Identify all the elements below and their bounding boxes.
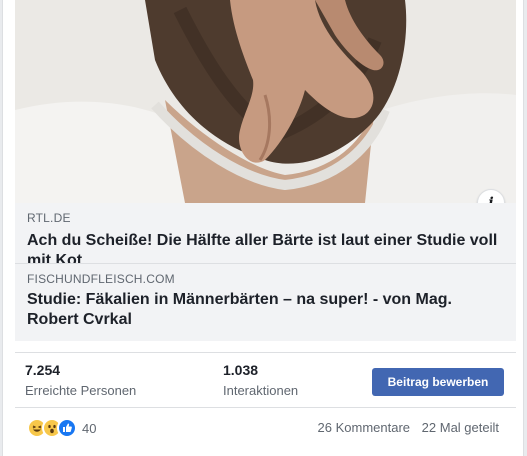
reach-label: Erreichte Personen [25, 383, 137, 398]
shares-link[interactable]: 22 Mal geteilt [422, 420, 499, 435]
engagement-value: 1.038 [223, 362, 259, 378]
link-headline: Ach du Scheiße! Die Hälfte aller Bärte i… [27, 232, 498, 263]
engagement-summary: 26 Kommentare 22 Mal geteilt [310, 420, 499, 435]
link-domain: FISCHUNDFLEISCH.COM [27, 272, 175, 286]
reaction-summary[interactable]: 40 [27, 418, 96, 438]
link-headline: Studie: Fäkalien in Männerbärten – na su… [27, 291, 452, 328]
beard-photo [15, 0, 516, 203]
link-domain: RTL.DE [27, 211, 71, 225]
post-card: i RTL.DE Ach du Scheiße! Die Hälfte alle… [2, 0, 524, 456]
divider [15, 352, 516, 353]
boost-post-button[interactable]: Beitrag bewerben [372, 368, 504, 396]
comments-link[interactable]: 26 Kommentare [318, 420, 411, 435]
link-preview-rtl[interactable]: RTL.DE Ach du Scheiße! Die Hälfte aller … [15, 203, 516, 263]
reaction-count: 40 [82, 420, 97, 436]
engagement-label: Interaktionen [223, 383, 299, 398]
link-preview-fischundfleisch[interactable]: FISCHUNDFLEISCH.COM Studie: Fäkalien in … [15, 263, 516, 341]
post-image[interactable] [15, 0, 516, 203]
divider [15, 407, 516, 408]
reach-value: 7.254 [25, 362, 61, 378]
like-icon [57, 418, 77, 438]
